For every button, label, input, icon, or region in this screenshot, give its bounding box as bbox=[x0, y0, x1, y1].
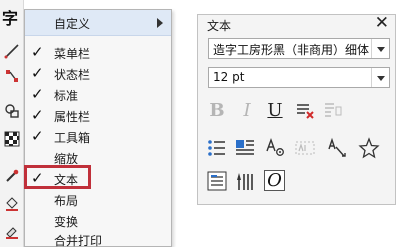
character-settings-icon[interactable] bbox=[264, 137, 286, 159]
panel-title: 文本 bbox=[207, 19, 232, 33]
annotation-highlight-box bbox=[24, 165, 91, 189]
shape-tool-icon[interactable] bbox=[4, 103, 20, 119]
screen: 字 自定义 ✓ 菜单栏 ✓ 状态栏 ✓ 标准 ✓ 属性栏 ✓ 工具箱 缩放 ✓ … bbox=[0, 0, 401, 247]
horizontal-text-icon[interactable] bbox=[206, 170, 228, 192]
menu-item-label: 自定义 bbox=[54, 17, 91, 31]
menu-item-customize[interactable]: 自定义 bbox=[25, 10, 171, 36]
check-icon: ✓ bbox=[31, 64, 44, 82]
toolbars-context-menu: 自定义 ✓ 菜单栏 ✓ 状态栏 ✓ 标准 ✓ 属性栏 ✓ 工具箱 缩放 ✓ 文本 bbox=[24, 9, 172, 247]
font-size-value: 12 pt bbox=[213, 70, 245, 84]
pattern-tool-icon[interactable] bbox=[4, 131, 20, 147]
menu-item-label: 变换 bbox=[54, 215, 79, 229]
close-icon[interactable]: ✕ bbox=[375, 13, 389, 33]
menu-item-layout[interactable]: 布局 bbox=[25, 190, 171, 211]
drop-cap-icon[interactable] bbox=[234, 137, 256, 159]
check-icon: ✓ bbox=[31, 127, 44, 145]
italic-button[interactable]: I bbox=[236, 100, 258, 122]
menu-item-label: 属性栏 bbox=[54, 110, 91, 124]
toolbox: 字 bbox=[0, 0, 24, 247]
menu-item-label: 状态栏 bbox=[54, 68, 91, 82]
submenu-arrow-icon bbox=[157, 18, 163, 28]
menu-item-standard[interactable]: ✓ 标准 bbox=[25, 85, 171, 106]
bold-button[interactable]: B bbox=[206, 100, 228, 122]
menu-item-propertybar[interactable]: ✓ 属性栏 bbox=[25, 106, 171, 127]
check-icon: ✓ bbox=[31, 85, 44, 103]
underline-button[interactable]: U bbox=[264, 100, 286, 122]
text-docker-panel: 文本 ✕ 造字工房形黑（非商用）细体 12 pt B I U O bbox=[197, 13, 396, 205]
font-size-select[interactable]: 12 pt bbox=[208, 67, 390, 88]
paragraph-format-icon[interactable] bbox=[322, 100, 344, 122]
outline-tool-icon[interactable] bbox=[4, 224, 20, 240]
menu-item-toolbox[interactable]: ✓ 工具箱 bbox=[25, 127, 171, 148]
menu-item-label: 布局 bbox=[54, 194, 79, 208]
menu-item-print-merge[interactable]: 合并打印 bbox=[25, 230, 171, 247]
star-icon[interactable] bbox=[358, 137, 380, 159]
menu-item-label: 合并打印 bbox=[54, 234, 103, 247]
menu-item-label: 工具箱 bbox=[54, 131, 91, 145]
text-direction-icon[interactable] bbox=[326, 137, 348, 159]
text-frame-icon[interactable] bbox=[294, 137, 316, 159]
frame-text-button[interactable]: O bbox=[264, 170, 285, 191]
eyedropper-tool-icon[interactable] bbox=[4, 168, 20, 184]
menu-item-transform[interactable]: 变换 bbox=[25, 211, 171, 232]
toolbox-title: 字 bbox=[2, 9, 19, 28]
check-icon: ✓ bbox=[31, 106, 44, 124]
menu-item-label: 菜单栏 bbox=[54, 47, 91, 61]
chevron-down-icon[interactable] bbox=[371, 68, 389, 87]
check-icon: ✓ bbox=[31, 43, 44, 61]
fill-tool-icon[interactable] bbox=[4, 196, 20, 212]
menu-item-statusbar[interactable]: ✓ 状态栏 bbox=[25, 64, 171, 85]
text-color-icon[interactable] bbox=[294, 100, 316, 122]
line-tool-icon[interactable] bbox=[4, 43, 20, 59]
vertical-text-icon[interactable] bbox=[234, 170, 256, 192]
connector-tool-icon[interactable] bbox=[4, 68, 20, 84]
font-family-select[interactable]: 造字工房形黑（非商用）细体 bbox=[208, 38, 390, 59]
bullet-list-icon[interactable] bbox=[206, 137, 228, 159]
menu-item-menubar[interactable]: ✓ 菜单栏 bbox=[25, 43, 171, 64]
menu-item-label: 标准 bbox=[54, 89, 79, 103]
font-family-value: 造字工房形黑（非商用）细体 bbox=[213, 43, 370, 57]
chevron-down-icon[interactable] bbox=[371, 39, 389, 58]
